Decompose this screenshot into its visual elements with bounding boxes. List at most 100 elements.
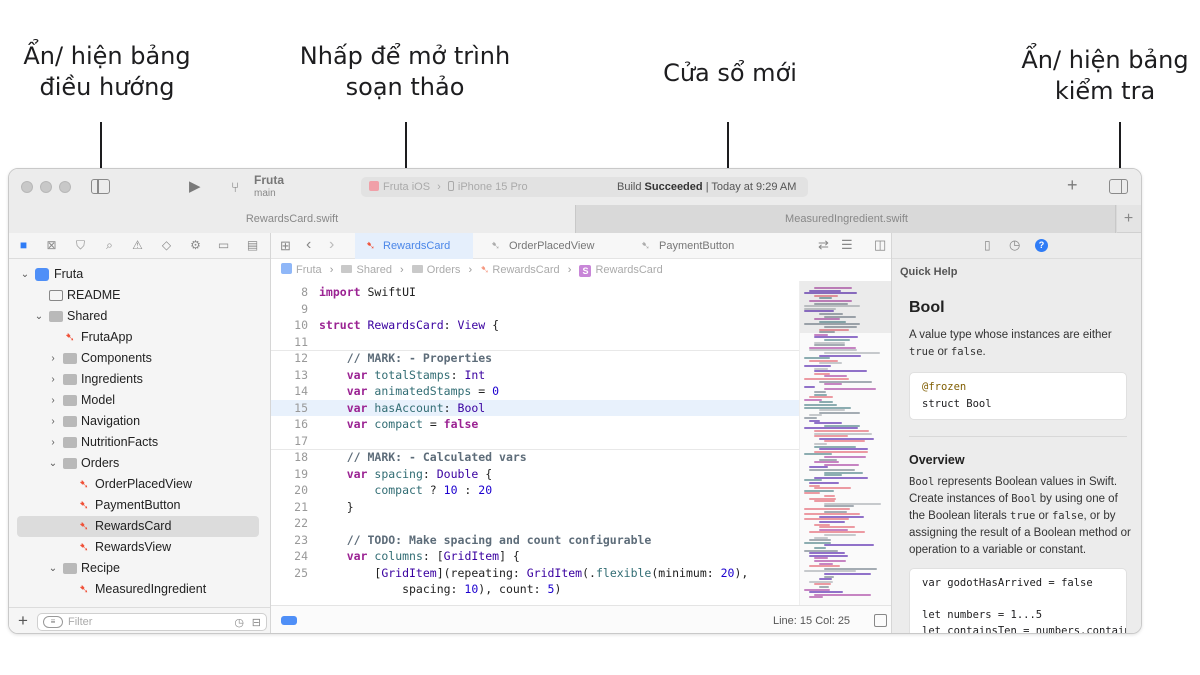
test-icon[interactable]: ◇ xyxy=(159,238,174,253)
quick-help-icon[interactable]: ? xyxy=(1035,239,1048,252)
line-number[interactable]: 9 xyxy=(271,301,308,318)
breakpoint-icon[interactable]: ▭ xyxy=(216,238,231,253)
code-text[interactable]: var spacing: Double { xyxy=(319,466,492,483)
minimize-window-button[interactable] xyxy=(40,181,52,193)
code-text[interactable]: [GridItem](repeating: GridItem(.flexible… xyxy=(319,565,748,582)
code-line[interactable]: 18 // MARK: - Calculated vars xyxy=(271,449,799,466)
code-line[interactable]: 21 } xyxy=(271,499,799,516)
code-line[interactable]: 11 xyxy=(271,334,799,351)
code-line[interactable]: 12 // MARK: - Properties xyxy=(271,350,799,367)
editor-tab-rewardscard[interactable]: ➷ RewardsCard xyxy=(355,233,473,259)
tree-item-components[interactable]: › Components xyxy=(17,348,259,369)
line-number[interactable]: 23 xyxy=(271,532,308,549)
code-line[interactable]: 25 [GridItem](repeating: GridItem(.flexi… xyxy=(271,565,799,582)
tree-item-rewardscard[interactable]: ➷ RewardsCard xyxy=(17,516,259,537)
split-editor-icon[interactable]: ◫ xyxy=(874,237,886,253)
debug-icon[interactable]: ⚙ xyxy=(188,238,203,253)
code-line[interactable]: 16 var compact = false xyxy=(271,416,799,433)
code-text[interactable]: var columns: [GridItem] { xyxy=(319,548,520,565)
code-line[interactable]: 23 // TODO: Make spacing and count confi… xyxy=(271,532,799,549)
zoom-window-button[interactable] xyxy=(59,181,71,193)
tree-item-orders[interactable]: ⌄ Orders xyxy=(17,453,259,474)
code-text[interactable]: compact ? 10 : 20 xyxy=(319,482,492,499)
line-number[interactable]: 10 xyxy=(271,317,308,334)
window-tab-rewardscard[interactable]: RewardsCard.swift xyxy=(9,205,575,233)
source-control-icon[interactable]: ⊠ xyxy=(44,238,59,253)
code-text[interactable]: var hasAccount: Bool xyxy=(319,400,486,417)
chevron-right-icon[interactable]: › xyxy=(47,432,59,453)
line-number[interactable]: 17 xyxy=(271,433,308,450)
editor-options-icon[interactable]: ☰ xyxy=(841,237,853,253)
code-line[interactable]: 24 var columns: [GridItem] { xyxy=(271,548,799,565)
code-line[interactable]: 17 xyxy=(271,433,799,450)
tree-item-rewardsview[interactable]: ➷ RewardsView xyxy=(17,537,259,558)
project-name[interactable]: Fruta xyxy=(254,173,284,187)
editor-tab-paymentbutton[interactable]: ➷ PaymentButton xyxy=(639,233,761,259)
minimap[interactable] xyxy=(799,281,891,605)
navigator-toggle-icon[interactable] xyxy=(91,179,110,194)
breadcrumb-group-shared[interactable]: Shared xyxy=(356,264,391,276)
code-line[interactable]: 19 var spacing: Double { xyxy=(271,466,799,483)
line-number[interactable]: 13 xyxy=(271,367,308,384)
code-line[interactable]: 9 xyxy=(271,301,799,318)
recent-files-icon[interactable]: ◷ xyxy=(234,615,244,631)
code-line[interactable]: spacing: 10), count: 5) xyxy=(271,581,799,598)
tree-item-measuredingredient[interactable]: ➷ MeasuredIngredient xyxy=(17,579,259,600)
close-window-button[interactable] xyxy=(21,181,33,193)
tree-item-model[interactable]: › Model xyxy=(17,390,259,411)
code-text[interactable]: struct RewardsCard: View { xyxy=(319,317,499,334)
tree-item-navigation[interactable]: › Navigation xyxy=(17,411,259,432)
line-number[interactable]: 20 xyxy=(271,482,308,499)
debug-area-toggle-icon[interactable] xyxy=(874,614,887,627)
code-line[interactable]: 13 var totalStamps: Int xyxy=(271,367,799,384)
line-number[interactable]: 24 xyxy=(271,548,308,565)
navigator-filter-input[interactable]: ≡ Filter ◷ ⊟ xyxy=(37,613,267,631)
inspector-toggle-icon[interactable] xyxy=(1109,179,1128,194)
find-icon[interactable]: ⌕ xyxy=(102,238,117,253)
file-inspector-icon[interactable]: ▯ xyxy=(984,238,991,252)
line-number[interactable]: 19 xyxy=(271,466,308,483)
line-number[interactable]: 8 xyxy=(271,284,308,301)
chevron-right-icon[interactable]: › xyxy=(47,411,59,432)
line-number[interactable]: 25 xyxy=(271,565,308,582)
debug-area-indicator-icon[interactable] xyxy=(281,616,297,625)
code-line[interactable]: 22 xyxy=(271,515,799,532)
source-control-filter-icon[interactable]: ⊟ xyxy=(252,615,261,631)
chevron-down-icon[interactable]: ⌄ xyxy=(19,264,31,285)
line-number[interactable]: 21 xyxy=(271,499,308,516)
line-number[interactable]: 14 xyxy=(271,383,308,400)
breadcrumb-project[interactable]: Fruta xyxy=(296,264,322,276)
code-line[interactable]: 20 compact ? 10 : 20 xyxy=(271,482,799,499)
related-items-icon[interactable]: ⇄ xyxy=(818,237,829,253)
breadcrumb-group-orders[interactable]: Orders xyxy=(427,264,461,276)
breadcrumb-symbol[interactable]: RewardsCard xyxy=(595,264,662,276)
tree-item-ingredients[interactable]: › Ingredients xyxy=(17,369,259,390)
add-file-button[interactable]: + xyxy=(18,611,28,631)
back-icon[interactable]: ‹ xyxy=(306,236,311,254)
code-line[interactable]: 15 var hasAccount: Bool xyxy=(271,399,799,417)
breadcrumb-file[interactable]: RewardsCard xyxy=(492,264,559,276)
tree-item-fruta[interactable]: ⌄ Fruta xyxy=(17,264,259,285)
code-text[interactable]: // MARK: - Properties xyxy=(319,350,492,367)
tree-item-paymentbutton[interactable]: ➷ PaymentButton xyxy=(17,495,259,516)
code-text[interactable]: } xyxy=(319,499,354,516)
chevron-right-icon[interactable]: › xyxy=(47,390,59,411)
forward-icon[interactable]: › xyxy=(329,236,334,254)
code-text[interactable]: // MARK: - Calculated vars xyxy=(319,449,527,466)
chevron-right-icon[interactable]: › xyxy=(47,348,59,369)
tree-item-shared[interactable]: ⌄ Shared xyxy=(17,306,259,327)
chevron-down-icon[interactable]: ⌄ xyxy=(33,306,45,327)
grid-icon[interactable]: ⊞ xyxy=(280,238,291,254)
code-text[interactable]: // TODO: Make spacing and count configur… xyxy=(319,532,652,549)
line-number[interactable]: 18 xyxy=(271,449,308,466)
line-number[interactable]: 11 xyxy=(271,334,308,351)
editor-tab-orderplacedview[interactable]: ➷ OrderPlacedView xyxy=(489,233,611,259)
new-tab-button[interactable]: + xyxy=(1115,205,1141,233)
chevron-down-icon[interactable]: ⌄ xyxy=(47,453,59,474)
line-number[interactable]: 15 xyxy=(271,400,308,417)
tree-item-nutritionfacts[interactable]: › NutritionFacts xyxy=(17,432,259,453)
code-text[interactable]: var animatedStamps = 0 xyxy=(319,383,499,400)
add-library-button[interactable]: + xyxy=(1067,176,1078,194)
issue-icon[interactable]: ⚠ xyxy=(130,238,145,253)
tree-item-readme[interactable]: README xyxy=(17,285,259,306)
